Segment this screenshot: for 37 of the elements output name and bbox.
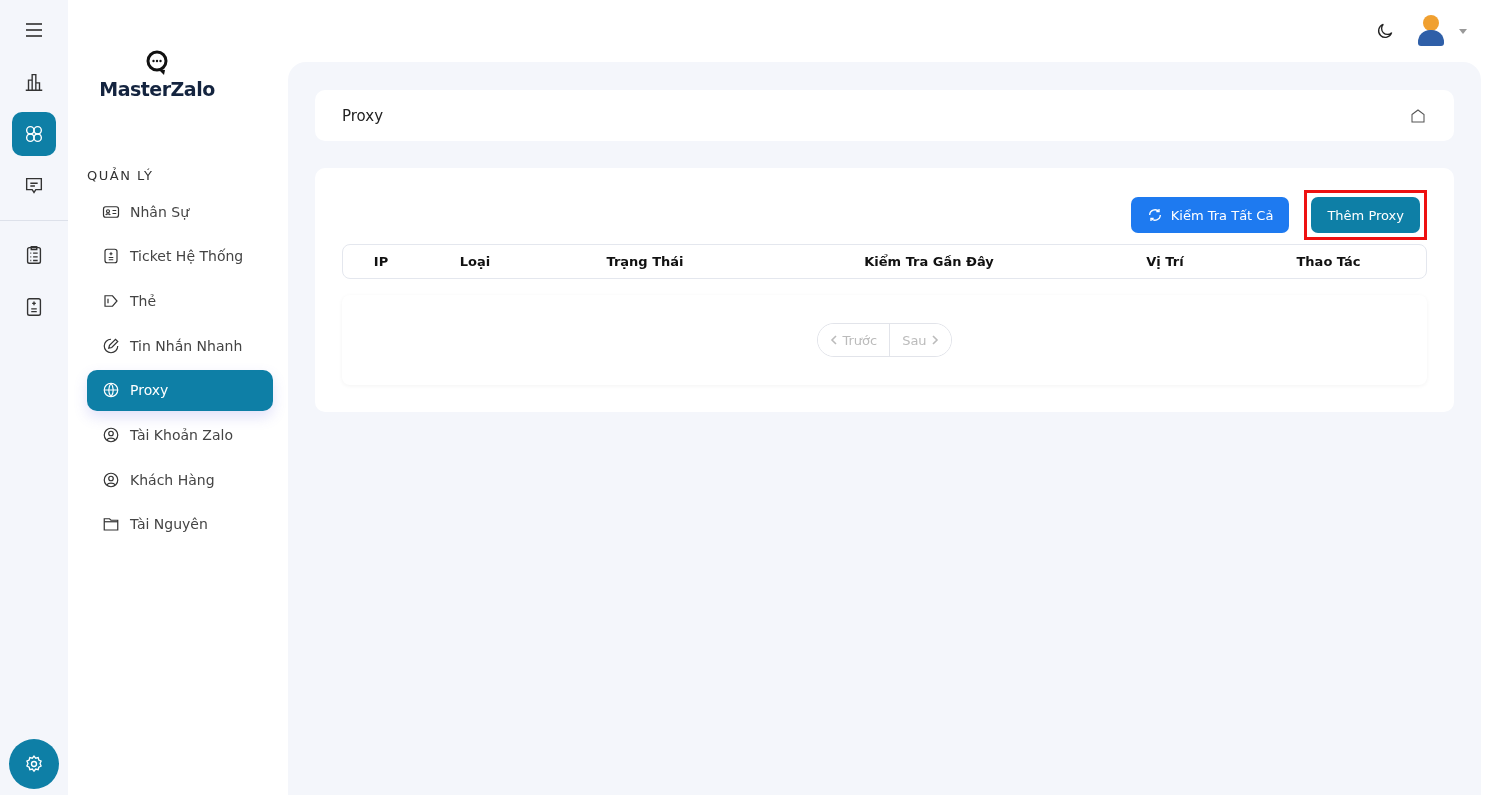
apps-icon — [23, 123, 45, 145]
sidebar-item[interactable]: Nhân Sự — [87, 191, 273, 232]
folder-icon — [102, 515, 120, 534]
sidebar-item[interactable]: Ticket Hệ Thống — [87, 235, 273, 277]
refresh-icon — [1146, 207, 1163, 223]
apps-nav-button[interactable] — [12, 112, 56, 156]
check-all-button[interactable]: Kiểm Tra Tất Cả — [1130, 197, 1290, 233]
chevron-right-icon — [931, 335, 939, 345]
sidebar-item[interactable]: Proxy — [87, 369, 273, 411]
logo-text: MasterZalo — [99, 78, 215, 100]
caret-icon[interactable] — [1459, 28, 1467, 34]
user-icon — [102, 470, 120, 489]
column-header: IP — [372, 254, 390, 269]
ticket-icon — [102, 247, 120, 266]
settings-button[interactable] — [9, 739, 59, 789]
add-button[interactable]: Thêm Proxy — [1311, 197, 1420, 233]
sidebar-item[interactable]: Tài Khoản Zalo — [87, 414, 273, 456]
column-header: Loại — [458, 254, 492, 269]
chart-icon — [23, 71, 45, 93]
settings-icon — [24, 754, 44, 774]
avatar-icon[interactable] — [1417, 15, 1445, 47]
section-heading: QUẢN LÝ — [87, 168, 155, 183]
page-title: Proxy — [342, 106, 384, 125]
chevron-left-icon — [830, 335, 838, 345]
column-header: Kiểm Tra Gần Đây — [863, 254, 995, 269]
pen-icon — [102, 336, 120, 355]
sidebar-item[interactable]: Tài Nguyên — [87, 503, 273, 545]
column-header: Thao Tác — [1295, 254, 1362, 269]
sidebar-item[interactable]: Tin Nhắn Nhanh — [87, 325, 273, 367]
sidebar-item[interactable]: Thẻ — [87, 280, 273, 322]
column-header: Trạng Thái — [605, 254, 685, 269]
menu-icon — [25, 23, 43, 37]
user-icon — [102, 425, 120, 444]
sidebar-item[interactable]: Khách Hàng — [87, 459, 273, 501]
column-header: Vị Trí — [1145, 254, 1185, 269]
moon-icon[interactable] — [1375, 21, 1395, 41]
globe-icon — [102, 381, 120, 400]
